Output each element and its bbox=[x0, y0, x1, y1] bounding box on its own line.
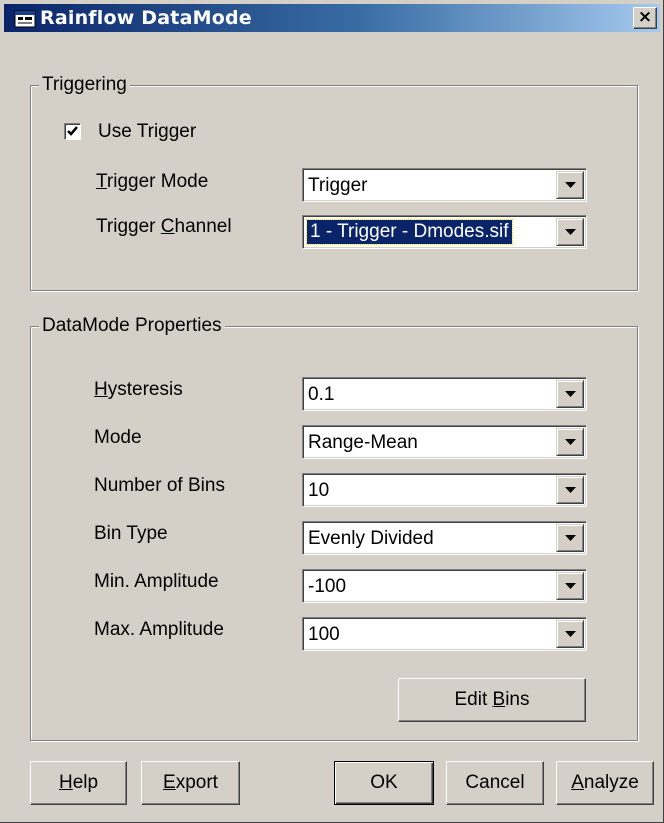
datamode-properties-group-label: DataMode Properties bbox=[39, 314, 225, 338]
analyze-button[interactable]: Analyze bbox=[556, 761, 654, 805]
max-amplitude-dropdown-button[interactable] bbox=[556, 620, 584, 648]
hysteresis-label: Hysteresis bbox=[94, 379, 183, 400]
number-of-bins-value: 10 bbox=[308, 480, 330, 501]
mode-value: Range-Mean bbox=[308, 432, 418, 453]
chevron-down-icon bbox=[565, 535, 576, 541]
ok-button[interactable]: OK bbox=[334, 761, 434, 805]
close-button[interactable]: × bbox=[633, 7, 657, 29]
chevron-down-icon bbox=[565, 487, 576, 493]
number-of-bins-label: Number of Bins bbox=[94, 475, 225, 496]
min-amplitude-select[interactable]: -100 bbox=[302, 569, 587, 603]
edit-bins-button[interactable]: Edit Bins bbox=[398, 678, 586, 722]
max-amplitude-select[interactable]: 100 bbox=[302, 617, 587, 651]
use-trigger-checkbox[interactable] bbox=[64, 123, 81, 140]
help-button[interactable]: Help bbox=[30, 761, 127, 805]
trigger-channel-dropdown-button[interactable] bbox=[556, 218, 584, 246]
hysteresis-value: 0.1 bbox=[308, 384, 335, 405]
chevron-down-icon bbox=[565, 583, 576, 589]
trigger-mode-value: Trigger bbox=[308, 175, 368, 196]
chevron-down-icon bbox=[565, 182, 576, 188]
chevron-down-icon bbox=[565, 439, 576, 445]
trigger-mode-select[interactable]: Trigger bbox=[302, 168, 587, 202]
hysteresis-select[interactable]: 0.1 bbox=[302, 377, 587, 411]
dialog-app-icon bbox=[14, 10, 36, 28]
bin-type-dropdown-button[interactable] bbox=[556, 524, 584, 552]
max-amplitude-value: 100 bbox=[308, 624, 340, 645]
checkmark-icon bbox=[67, 126, 78, 136]
title-bar[interactable]: Rainflow DataMode × bbox=[4, 4, 660, 32]
trigger-channel-label: Trigger Channel bbox=[96, 216, 232, 237]
use-trigger-label[interactable]: Use Trigger bbox=[98, 120, 196, 144]
mode-select[interactable]: Range-Mean bbox=[302, 425, 587, 459]
export-button[interactable]: Export bbox=[141, 761, 240, 805]
hysteresis-dropdown-button[interactable] bbox=[556, 380, 584, 408]
min-amplitude-value: -100 bbox=[308, 576, 347, 597]
mode-label: Mode bbox=[94, 427, 142, 448]
chevron-down-icon bbox=[565, 631, 576, 637]
trigger-channel-select[interactable]: 1 - Trigger - Dmodes.sif bbox=[302, 215, 587, 249]
rainflow-datamode-dialog: Rainflow DataMode × Triggering Use Trigg… bbox=[0, 0, 664, 823]
min-amplitude-label: Min. Amplitude bbox=[94, 571, 219, 592]
mode-dropdown-button[interactable] bbox=[556, 428, 584, 456]
trigger-mode-label: Trigger Mode bbox=[96, 171, 209, 192]
trigger-channel-value: 1 - Trigger - Dmodes.sif bbox=[306, 219, 513, 245]
min-amplitude-dropdown-button[interactable] bbox=[556, 572, 584, 600]
bin-type-value: Evenly Divided bbox=[308, 528, 434, 549]
max-amplitude-label: Max. Amplitude bbox=[94, 619, 224, 640]
trigger-mode-dropdown-button[interactable] bbox=[556, 171, 584, 199]
cancel-button[interactable]: Cancel bbox=[446, 761, 544, 805]
chevron-down-icon bbox=[565, 391, 576, 397]
triggering-group-label: Triggering bbox=[39, 73, 130, 97]
bin-type-select[interactable]: Evenly Divided bbox=[302, 521, 587, 555]
number-of-bins-select[interactable]: 10 bbox=[302, 473, 587, 507]
chevron-down-icon bbox=[565, 229, 576, 235]
number-of-bins-dropdown-button[interactable] bbox=[556, 476, 584, 504]
bin-type-label: Bin Type bbox=[94, 523, 168, 544]
window-title: Rainflow DataMode bbox=[40, 7, 252, 29]
